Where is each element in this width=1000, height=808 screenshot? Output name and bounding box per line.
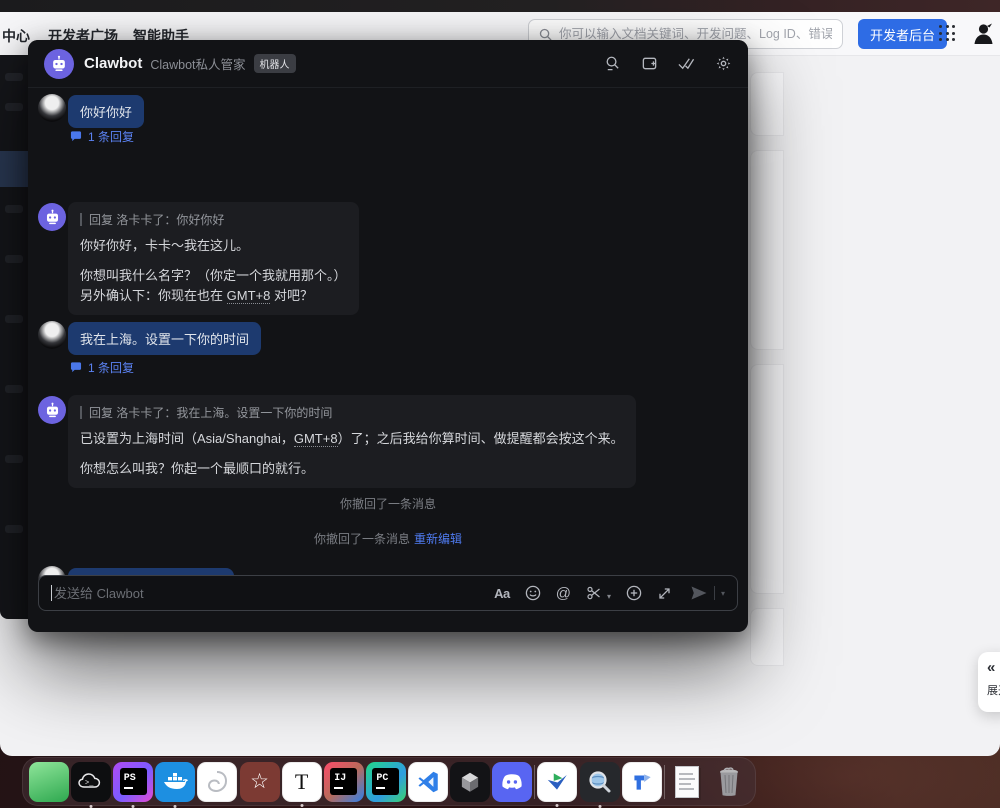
dock-swoosh-app-icon[interactable] bbox=[537, 761, 578, 802]
dock-cube-app-icon[interactable] bbox=[450, 761, 491, 802]
bot-message[interactable]: 回复 洛卡卡了：你好你好 你好你好，卡卡～我在这儿。 你想叫我什么名字？（你定一… bbox=[68, 202, 359, 315]
star-glyph: ☆ bbox=[250, 770, 269, 793]
background-cards bbox=[750, 72, 784, 680]
chat-header: Clawbot Clawbot私人管家 机器人 bbox=[28, 40, 748, 88]
dock-typora-icon[interactable]: T bbox=[281, 761, 322, 802]
clawbot-avatar[interactable] bbox=[44, 48, 74, 79]
recalled-message-notice: 你撤回了一条消息 重新编辑 bbox=[313, 532, 463, 546]
selected-channel-sliver bbox=[0, 151, 28, 187]
dock-cloud-terminal-icon[interactable]: >_ bbox=[71, 761, 112, 802]
text-caret bbox=[51, 585, 52, 601]
dock-trash-icon[interactable] bbox=[709, 762, 749, 802]
expand-panel-button[interactable]: « 展开 bbox=[978, 652, 1000, 712]
search-members-icon[interactable] bbox=[603, 55, 621, 73]
re-edit-link[interactable]: 重新编辑 bbox=[414, 532, 462, 546]
avatar-silhouette-icon bbox=[974, 23, 993, 44]
composer-toolbar: Aa @ ▾ ▾ bbox=[494, 585, 725, 602]
add-attachment-icon[interactable] bbox=[626, 585, 642, 601]
open-in-window-icon[interactable] bbox=[640, 55, 658, 73]
clawbot-chat-window: Clawbot Clawbot私人管家 机器人 你好你好 1 条回复 回复 洛卡… bbox=[28, 40, 748, 632]
user-message[interactable]: 我在上海。设置一下你的时间 bbox=[68, 322, 262, 355]
dock-vscode-icon[interactable] bbox=[407, 761, 448, 802]
dock-green-app-icon[interactable] bbox=[29, 761, 69, 802]
thread-reply-link[interactable]: 1 条回复 bbox=[70, 359, 134, 376]
search-icon bbox=[539, 28, 552, 41]
trash-can-icon bbox=[719, 766, 738, 796]
cobra-icon bbox=[208, 770, 228, 792]
bot-badge: 机器人 bbox=[253, 54, 296, 73]
cloud-icon: >_ bbox=[78, 772, 101, 788]
dock-star-app-icon[interactable]: ☆ bbox=[239, 761, 280, 802]
emoji-icon[interactable] bbox=[525, 585, 541, 601]
send-icon[interactable] bbox=[690, 585, 708, 601]
bot-message[interactable]: 回复 洛卡卡了：我在上海。设置一下你的时间 已设置为上海时间（Asia/Shan… bbox=[68, 395, 636, 488]
dock-todesk-icon[interactable] bbox=[621, 761, 662, 802]
text-format-icon[interactable]: Aa bbox=[494, 586, 510, 601]
double-check-icon[interactable] bbox=[677, 55, 695, 73]
recalled-message-notice: 你撤回了一条消息 bbox=[339, 497, 436, 511]
send-options-chevron-icon[interactable]: ▾ bbox=[721, 589, 725, 598]
reply-bubble-icon bbox=[70, 131, 82, 142]
bot-description: Clawbot私人管家 bbox=[150, 58, 246, 72]
dock-documents-stack-icon[interactable] bbox=[667, 762, 707, 802]
background-window-sliver bbox=[0, 55, 28, 619]
user-chat-avatar[interactable] bbox=[38, 94, 66, 122]
discord-mascot-icon bbox=[502, 773, 522, 789]
docker-whale-icon bbox=[164, 772, 189, 789]
nav-item-center[interactable]: 中心 bbox=[2, 26, 30, 46]
dock-divider bbox=[534, 764, 536, 799]
robot-icon bbox=[53, 55, 65, 71]
message-input[interactable] bbox=[54, 585, 495, 601]
search-input[interactable] bbox=[559, 27, 832, 41]
settings-gear-icon[interactable] bbox=[714, 55, 732, 73]
dock-pycharm-icon[interactable]: PC bbox=[365, 761, 406, 802]
double-chevron-left-icon: « bbox=[987, 659, 996, 676]
message-list[interactable]: 你好你好 1 条回复 回复 洛卡卡了：你好你好 你好你好，卡卡～我在这儿。 你想… bbox=[28, 88, 748, 601]
dock-navicat-icon[interactable] bbox=[197, 761, 238, 802]
timezone-highlight: GMT+8 bbox=[226, 288, 271, 304]
todesk-mark-icon bbox=[634, 773, 651, 790]
timezone-highlight: GMT+8 bbox=[293, 431, 338, 447]
vscode-mark-icon bbox=[418, 771, 438, 792]
cube-icon bbox=[461, 772, 479, 792]
user-chat-avatar[interactable] bbox=[38, 321, 66, 349]
user-message[interactable]: 你好你好 bbox=[68, 95, 145, 128]
clip-scissors-icon[interactable] bbox=[586, 585, 603, 601]
dock-divider bbox=[663, 764, 665, 799]
dock-intellij-icon[interactable]: IJ bbox=[323, 761, 364, 802]
swoosh-icon bbox=[548, 772, 568, 790]
header-actions bbox=[603, 55, 732, 73]
robot-icon bbox=[46, 209, 58, 224]
dock: >_ PS ☆ T IJ PC bbox=[22, 757, 756, 806]
document-icon bbox=[674, 765, 699, 798]
developer-console-button[interactable]: 开发者后台 bbox=[858, 19, 948, 49]
dock-docker-icon[interactable] bbox=[155, 761, 196, 802]
message-composer[interactable]: Aa @ ▾ ▾ bbox=[38, 575, 738, 611]
robot-icon bbox=[46, 402, 58, 417]
bot-chat-avatar[interactable] bbox=[38, 203, 66, 231]
svg-text:>_: >_ bbox=[85, 779, 94, 787]
chevron-down-icon[interactable]: ▾ bbox=[607, 592, 611, 601]
dock-phpstorm-icon[interactable]: PS bbox=[113, 761, 154, 802]
magnifier-globe-icon bbox=[588, 770, 611, 792]
bot-chat-avatar[interactable] bbox=[38, 396, 66, 424]
quoted-reply[interactable]: 回复 洛卡卡了：我在上海。设置一下你的时间 bbox=[80, 404, 624, 421]
quoted-reply[interactable]: 回复 洛卡卡了：你好你好 bbox=[80, 211, 347, 228]
dock-magnifier-app-icon[interactable] bbox=[579, 761, 620, 802]
bot-name: Clawbot bbox=[84, 55, 143, 72]
mention-icon[interactable]: @ bbox=[556, 585, 571, 602]
expand-composer-icon[interactable] bbox=[657, 586, 672, 601]
menu-bar bbox=[0, 0, 1000, 12]
typora-t-glyph: T bbox=[294, 768, 309, 794]
screen: 中心 开发者广场 智能助手 开发者后台 bbox=[0, 0, 1000, 808]
user-avatar[interactable] bbox=[971, 21, 996, 46]
dock-discord-icon[interactable] bbox=[492, 761, 533, 802]
reply-bubble-icon bbox=[70, 362, 82, 373]
divider bbox=[713, 586, 715, 600]
apps-grid-icon[interactable] bbox=[939, 25, 956, 42]
thread-reply-link[interactable]: 1 条回复 bbox=[70, 128, 134, 145]
